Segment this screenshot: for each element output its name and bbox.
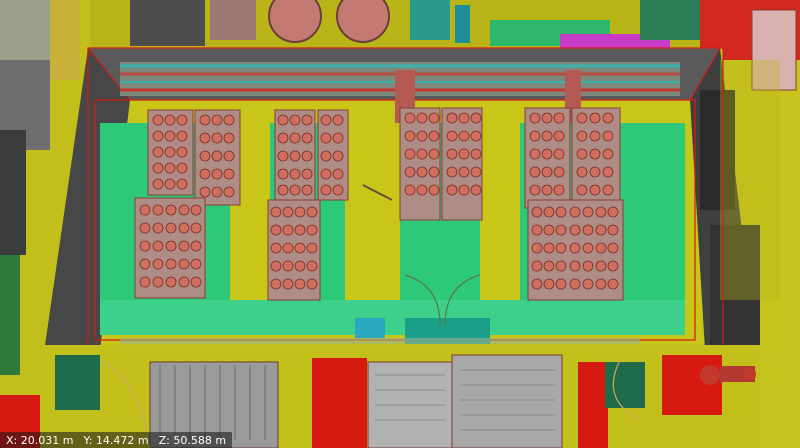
coordinate-readout: X: 20.031 m Y: 14.472 m Z: 50.588 m — [0, 432, 233, 448]
3d-viewport[interactable]: X: 20.031 m Y: 14.472 m Z: 50.588 m — [0, 0, 800, 448]
coord-x: X: 20.031 m — [6, 433, 74, 447]
tank-1 — [268, 0, 322, 43]
tank-2 — [336, 0, 390, 43]
coord-y: Y: 14.472 m — [83, 433, 149, 447]
coord-z: Z: 50.588 m — [158, 433, 227, 447]
plant-model-scene[interactable] — [0, 0, 800, 448]
